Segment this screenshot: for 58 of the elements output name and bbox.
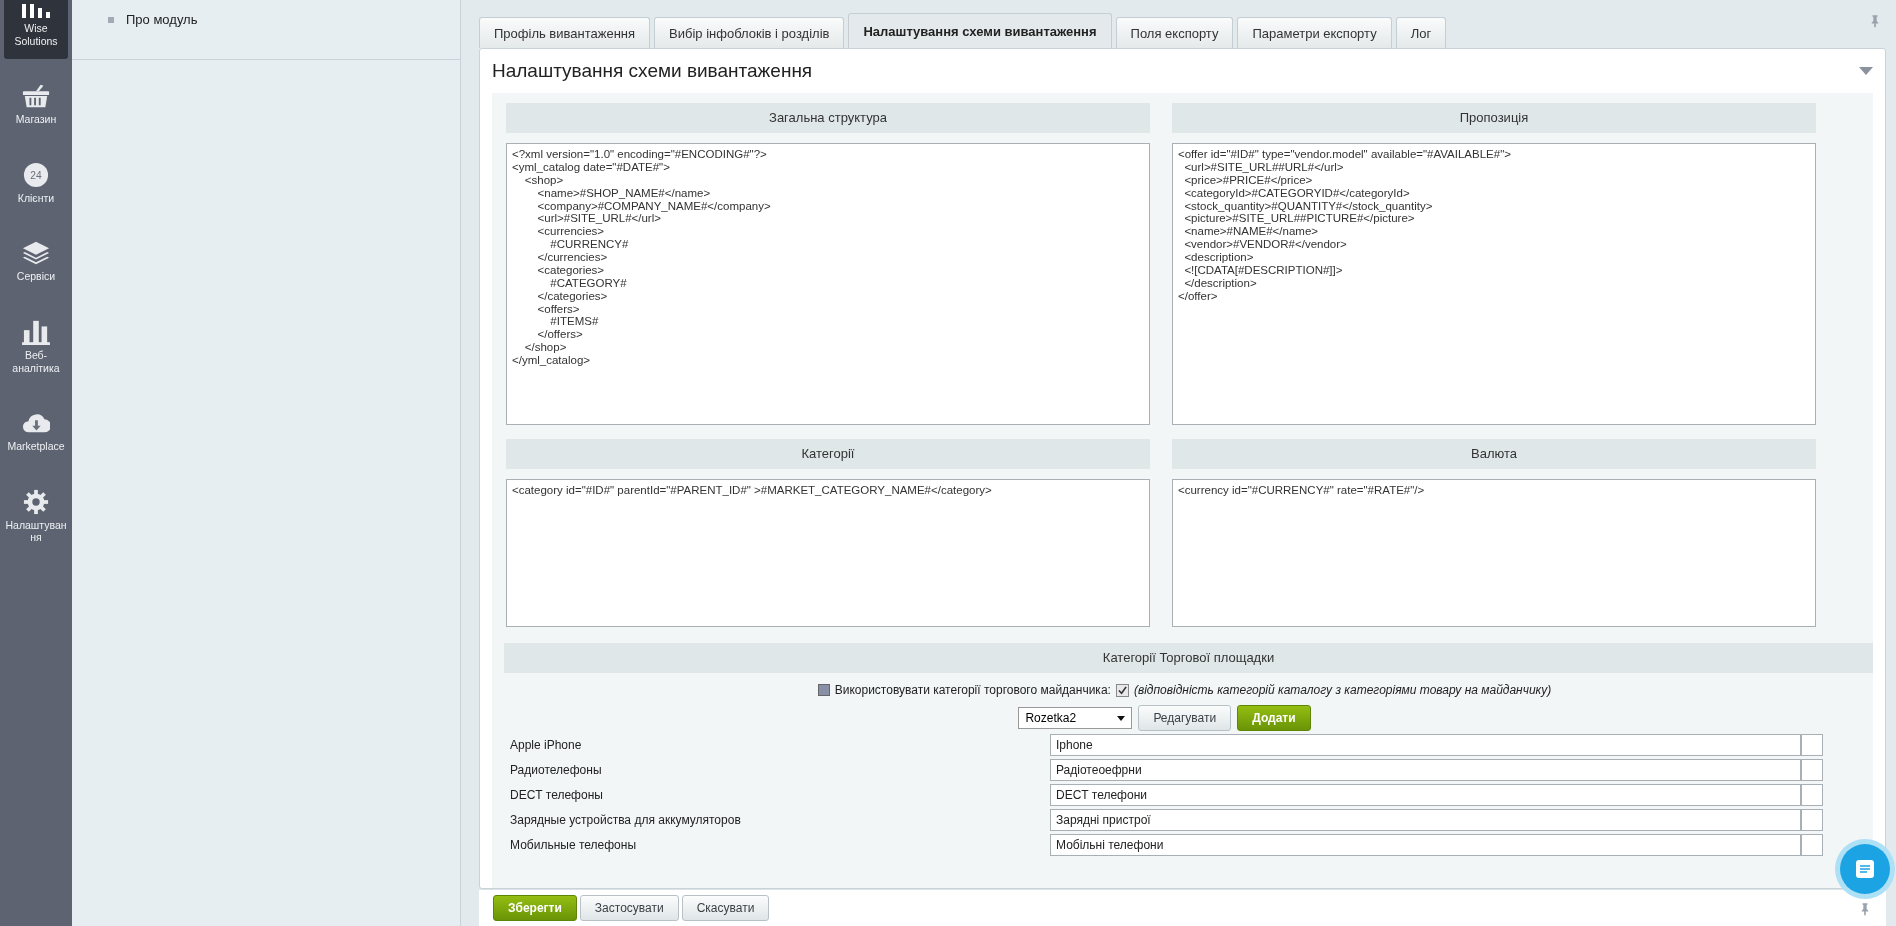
footer-button[interactable]: Скасувати [681, 895, 770, 921]
tab[interactable]: Параметри експорту [1237, 17, 1392, 48]
caret-icon [1117, 715, 1126, 721]
category-input[interactable]: Iphone [1050, 733, 1801, 756]
template-field[interactable]: <category id="#ID#" parentId="#PARENT_ID#" >#MARKET_CATEGORY_NAME#</category> [506, 479, 1150, 627]
section-header: Валюта [1172, 439, 1816, 469]
clock-24-icon: 24 [22, 161, 50, 188]
option-hint: (відповідність категорій каталогу з категоріями товару на майданчику) [1133, 683, 1552, 697]
category-name: DECT телефоны [510, 787, 604, 802]
footer-button[interactable]: Застосувати [579, 895, 679, 921]
category-input[interactable]: DECT телефони [1050, 783, 1801, 806]
template-field[interactable]: <currency id="#CURRENCY#" rate="#RATE#"/> [1172, 479, 1816, 627]
field-side-button[interactable] [1801, 733, 1823, 756]
field-side-button[interactable] [1801, 808, 1823, 831]
category-input[interactable]: Радіотеоефрни [1050, 758, 1801, 781]
tab[interactable]: Поля експорту [1115, 17, 1234, 48]
section-header: Категорії Торгової площадки [504, 643, 1873, 673]
checkbox[interactable] [1115, 683, 1129, 697]
category-input[interactable]: Мобільні телефони [1050, 833, 1801, 856]
category-name: Зарядные устройства для аккумуляторов [510, 812, 742, 827]
category-name: Apple iPhone [510, 737, 583, 752]
marketplace-select[interactable]: Rozetka2 [1018, 707, 1133, 729]
panel-title: Налаштування схеми вивантаження [492, 60, 813, 82]
category-name: Мобильные телефоны [510, 837, 637, 852]
tab[interactable]: Вибір інфоблоків і розділів [654, 17, 845, 48]
section-header: Пропозиція [1172, 103, 1816, 133]
menu-item[interactable]: Про модуль [72, 0, 460, 60]
section-header: Категорії [506, 439, 1150, 469]
sidebar-item[interactable]: Налаштування [4, 478, 68, 556]
sidebar-item[interactable]: Магазин [4, 73, 68, 138]
pin-icon[interactable] [1870, 14, 1880, 28]
settings-icon [22, 488, 50, 515]
tab[interactable]: Лог [1395, 17, 1447, 48]
collapse-icon[interactable] [1859, 67, 1873, 75]
layers-icon [22, 240, 50, 267]
field-side-button[interactable] [1801, 783, 1823, 806]
chat-icon [1855, 859, 1875, 879]
edit-button[interactable]: Редагувати [1138, 705, 1232, 731]
option-label: Використовувати категорії торгового майданчика: [834, 683, 1111, 697]
sidebar-item[interactable]: 24 Клієнти [4, 151, 68, 217]
field-side-button[interactable] [1801, 833, 1823, 856]
bar-chart-icon [22, 318, 50, 345]
sidebar-item[interactable]: Сервіси [4, 230, 68, 295]
logo-icon [22, 4, 50, 18]
basket-icon [22, 83, 50, 110]
tab[interactable]: Профіль вивантаження [479, 17, 651, 48]
tab[interactable]: Налаштування схеми вивантаження [848, 13, 1112, 48]
sidebar-item[interactable]: Wise Solutions [4, 0, 68, 60]
section-header: Загальна структура [506, 103, 1150, 133]
category-name: Радиотелефоны [510, 762, 603, 777]
template-field[interactable]: <offer id="#ID#" type="vendor.model" available="#AVAILABLE#"> <url>#SITE_URL##URL#</url> <price>#PRICE#</price> <categoryId>#CATEGORYID#</categoryId> <stock_quantity>#QUANTITY#</stock_quantity> <picture>#SITE_URL##PICTURE#</picture> <name>#NAME#</name> <vendor>#VENDOR#</vendor> <description> <![CDATA[#DESCRIPTION#]]> </description> </offer> [1172, 143, 1816, 425]
field-side-button[interactable] [1801, 758, 1823, 781]
pin-icon[interactable] [1860, 902, 1870, 916]
sidebar-item[interactable]: Веб-аналітика [4, 308, 68, 387]
template-field[interactable]: <?xml version="1.0" encoding="#ENCODING#"?> <yml_catalog date="#DATE#"> <shop> <name>#SHOP_NAME#</name> <company>#COMPANY_NAME#</company> <url>#SITE_URL#</url> <currencies> #CURRENCY# </currencies> <categories> #CATEGORY# </categories> <offers> #ITEMS# </offers> </shop> </yml_catalog> [506, 143, 1150, 425]
help-icon [817, 684, 830, 696]
category-input[interactable]: Зарядні пристрої [1050, 808, 1801, 831]
sidebar-item[interactable]: Marketplace [4, 400, 68, 465]
